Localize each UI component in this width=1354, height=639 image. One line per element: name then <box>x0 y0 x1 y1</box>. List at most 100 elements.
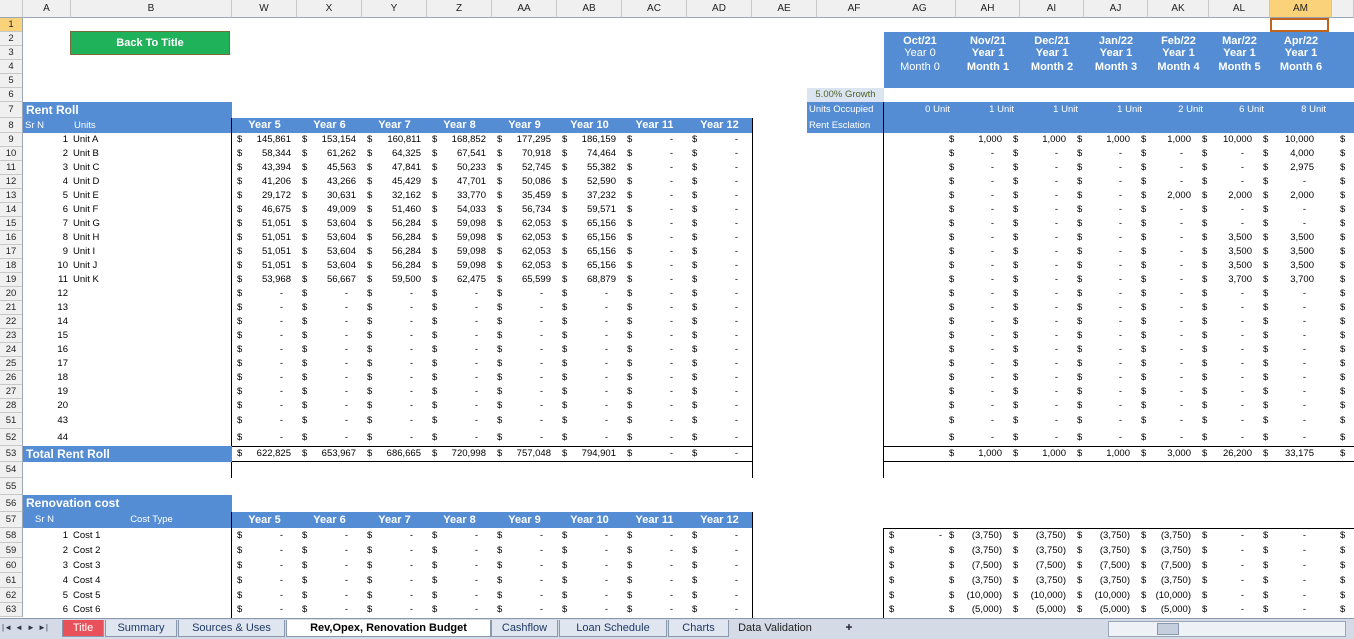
column-header[interactable]: AK <box>1148 0 1209 18</box>
row-header[interactable]: 15 <box>0 217 23 231</box>
horizontal-scrollbar[interactable] <box>1108 621 1346 637</box>
row-header[interactable]: 13 <box>0 189 23 203</box>
row-header[interactable]: 58 <box>0 528 23 543</box>
row-header[interactable]: 10 <box>0 147 23 161</box>
row-header[interactable]: 11 <box>0 161 23 175</box>
column-header[interactable]: AA <box>492 0 557 18</box>
amount: - <box>734 372 738 383</box>
row-header[interactable]: 60 <box>0 558 23 573</box>
scrollbar-thumb[interactable] <box>1157 623 1179 635</box>
rent-cell: $ - <box>557 429 622 446</box>
row-header[interactable]: 28 <box>0 399 23 413</box>
row-header[interactable]: 51 <box>0 413 23 429</box>
sheet-tab[interactable]: Sources & Uses <box>178 620 285 637</box>
amount: - <box>1302 386 1306 397</box>
row-header[interactable]: 7 <box>0 102 23 118</box>
currency-symbol: $ <box>1013 400 1019 411</box>
sheet-tab[interactable]: Title <box>62 620 104 637</box>
column-header[interactable]: AM <box>1270 0 1332 18</box>
row-header[interactable]: 12 <box>0 175 23 189</box>
row-header[interactable]: 6 <box>0 88 23 102</box>
rent-cell: $ - <box>557 329 622 343</box>
row-header[interactable]: 3 <box>0 46 23 60</box>
back-to-title-button[interactable]: Back To Title <box>70 31 230 55</box>
column-header[interactable]: AI <box>1020 0 1084 18</box>
row-header[interactable]: 57 <box>0 512 23 528</box>
row-header[interactable]: 52 <box>0 429 23 446</box>
column-header[interactable]: AE <box>752 0 817 18</box>
row-header[interactable]: 53 <box>0 446 23 462</box>
active-cell-outline[interactable] <box>1270 18 1329 32</box>
prev-sheet-icon[interactable]: ◄ <box>14 621 24 635</box>
row-header[interactable]: 16 <box>0 231 23 245</box>
currency-symbol: $ <box>237 162 243 173</box>
amount: - <box>279 545 283 556</box>
column-header[interactable]: AG <box>884 0 956 18</box>
row-header[interactable]: 26 <box>0 371 23 385</box>
currency-symbol: $ <box>627 344 633 355</box>
column-header[interactable]: AH <box>956 0 1020 18</box>
row-header[interactable]: 14 <box>0 203 23 217</box>
column-header[interactable]: AF <box>817 0 892 18</box>
currency-symbol: $ <box>627 190 633 201</box>
sheet-tab[interactable]: Summary <box>105 620 177 637</box>
sheet-tab[interactable]: Rev,Opex, Renovation Budget <box>286 620 491 637</box>
column-header[interactable]: X <box>297 0 362 18</box>
row-header[interactable]: 23 <box>0 329 23 343</box>
sheet-tab[interactable]: Cashflow <box>491 620 558 637</box>
row-header[interactable]: 19 <box>0 273 23 287</box>
row-header[interactable]: 20 <box>0 287 23 301</box>
column-header[interactable]: A <box>23 0 71 18</box>
amount: 53,604 <box>326 260 356 271</box>
row-header[interactable]: 4 <box>0 60 23 74</box>
amount: - <box>344 432 348 443</box>
renovation-cell: $ - <box>362 528 427 543</box>
next-sheet-icon[interactable]: ► <box>26 621 36 635</box>
column-header[interactable]: Y <box>362 0 427 18</box>
row-header[interactable]: 61 <box>0 573 23 588</box>
amount: - <box>1179 232 1183 243</box>
column-header[interactable]: B <box>71 0 232 18</box>
currency-symbol: $ <box>1013 204 1019 215</box>
select-all-corner[interactable] <box>0 0 23 18</box>
rent-cell: $ - <box>557 315 622 329</box>
row-header[interactable]: 18 <box>0 259 23 273</box>
amount: 51,051 <box>261 246 291 257</box>
row-header[interactable]: 55 <box>0 478 23 495</box>
currency-symbol: $ <box>562 176 568 187</box>
row-header[interactable]: 21 <box>0 301 23 315</box>
column-header[interactable]: AJ <box>1084 0 1148 18</box>
row-header[interactable]: 17 <box>0 245 23 259</box>
row-header[interactable]: 62 <box>0 588 23 603</box>
row-header[interactable]: 27 <box>0 385 23 399</box>
first-sheet-icon[interactable]: |◄ <box>2 621 12 635</box>
amount: (7,500) <box>1160 560 1191 571</box>
row-header[interactable]: 8 <box>0 118 23 133</box>
row-header[interactable]: 54 <box>0 462 23 478</box>
column-header[interactable]: AB <box>557 0 622 18</box>
last-sheet-icon[interactable]: ►| <box>38 621 48 635</box>
column-header[interactable]: W <box>232 0 297 18</box>
insert-sheet-icon[interactable]: ✚ <box>842 621 856 635</box>
column-header[interactable]: AL <box>1209 0 1270 18</box>
currency-symbol: $ <box>627 400 633 411</box>
row-header[interactable]: 9 <box>0 133 23 147</box>
row-header[interactable]: 1 <box>0 18 23 32</box>
column-header[interactable]: AC <box>622 0 687 18</box>
row-header[interactable]: 59 <box>0 543 23 558</box>
spreadsheet-grid[interactable]: A B W X Y Z AA AB AC AD AE AF AG AH AI AJ AK AL AM 1 2 3 4 5 6 7 8… <box>0 0 1354 618</box>
amount: - <box>344 316 348 327</box>
row-header[interactable]: 24 <box>0 343 23 357</box>
row-header[interactable]: 2 <box>0 32 23 46</box>
sheet-tab[interactable]: Loan Schedule <box>559 620 667 637</box>
column-header[interactable]: Z <box>427 0 492 18</box>
row-header[interactable]: 25 <box>0 357 23 371</box>
row-header[interactable]: 56 <box>0 495 23 512</box>
column-header[interactable]: AD <box>687 0 752 18</box>
row-header[interactable]: 22 <box>0 315 23 329</box>
amount: 51,051 <box>261 260 291 271</box>
sheet-tab[interactable]: Charts <box>668 620 729 637</box>
sheet-tab[interactable]: Data Validation <box>729 620 821 636</box>
row-header[interactable]: 5 <box>0 74 23 88</box>
row-header[interactable]: 63 <box>0 603 23 617</box>
